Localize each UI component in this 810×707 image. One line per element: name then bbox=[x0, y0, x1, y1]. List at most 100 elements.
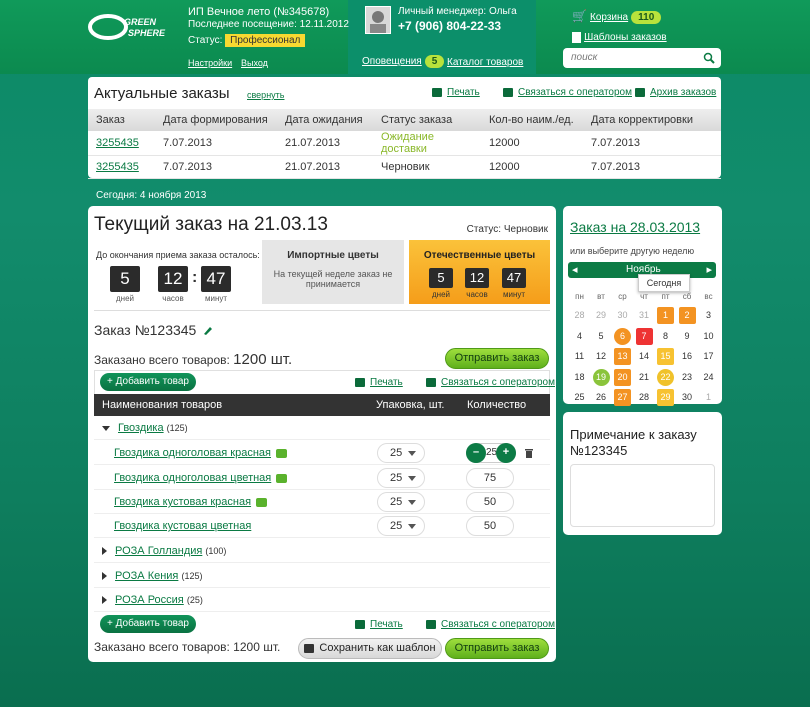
calendar-day[interactable]: 17 bbox=[700, 348, 717, 365]
col-header[interactable]: Дата формирования bbox=[155, 109, 277, 131]
camera-icon[interactable] bbox=[256, 497, 268, 507]
orders-contact[interactable]: Связаться с оператором bbox=[503, 87, 632, 98]
calendar-day[interactable]: 23 bbox=[679, 369, 696, 386]
calendar-day[interactable]: 28 bbox=[571, 307, 588, 324]
contact-link[interactable]: Связаться с оператором bbox=[426, 377, 555, 388]
order-link[interactable]: 3255435 bbox=[96, 137, 139, 149]
settings-link[interactable]: Настройки bbox=[188, 58, 232, 68]
expand-down-icon[interactable] bbox=[102, 425, 110, 431]
search-input[interactable]: поиск bbox=[563, 48, 721, 68]
orders-archive[interactable]: Архив заказов bbox=[635, 87, 716, 98]
group-name[interactable]: РОЗА Кения bbox=[115, 570, 178, 582]
qty-input[interactable]: 75 bbox=[466, 468, 514, 488]
col-header[interactable]: Кол-во наим./ед. bbox=[481, 109, 583, 131]
print-link[interactable]: Печать bbox=[355, 377, 403, 388]
quantity-stepper[interactable]: – 25 + bbox=[466, 443, 516, 463]
orders-print[interactable]: Печать bbox=[432, 87, 480, 98]
camera-icon[interactable] bbox=[276, 473, 288, 483]
calendar-day[interactable]: 1 bbox=[700, 389, 717, 406]
group-row[interactable]: Гвоздика (125) bbox=[94, 416, 550, 440]
calendar-day[interactable]: 19 bbox=[592, 368, 610, 386]
cart-label[interactable]: Корзина bbox=[590, 12, 628, 23]
calendar-title[interactable]: Заказ на 28.03.2013 bbox=[570, 219, 700, 235]
group-row[interactable]: РОЗА Кения (125) bbox=[94, 564, 550, 588]
calendar-day[interactable]: 26 bbox=[593, 389, 610, 406]
item-name[interactable]: Гвоздика одноголовая красная bbox=[114, 447, 271, 459]
calendar-day[interactable]: 24 bbox=[700, 369, 717, 386]
calendar-day[interactable]: 7 bbox=[633, 325, 655, 347]
calendar-day[interactable]: 16 bbox=[679, 348, 696, 365]
expand-right-icon[interactable] bbox=[102, 596, 107, 605]
calendar-day[interactable]: 3 bbox=[700, 307, 717, 324]
domestic-flowers-box[interactable]: Отечественные цветы 5 12 47 дней часов м… bbox=[409, 240, 550, 304]
pack-select[interactable]: 25 bbox=[377, 443, 425, 463]
item-name[interactable]: Гвоздика одноголовая цветная bbox=[114, 472, 271, 484]
calendar-day[interactable]: 25 bbox=[571, 389, 588, 406]
import-flowers-box[interactable]: Импортные цветы На текущей неделе заказ … bbox=[262, 240, 404, 304]
orders-print-label[interactable]: Печать bbox=[447, 87, 480, 98]
qty-input[interactable]: 50 bbox=[466, 492, 514, 512]
trash-icon[interactable] bbox=[524, 447, 534, 459]
group-row[interactable]: РОЗА Голландия (100) bbox=[94, 539, 550, 563]
notifications-link[interactable]: Оповещения 5 bbox=[362, 55, 445, 68]
camera-icon[interactable] bbox=[276, 448, 287, 458]
calendar-day[interactable]: 5 bbox=[593, 328, 610, 345]
calendar-day[interactable]: 21 bbox=[636, 369, 653, 386]
calendar-day[interactable]: 31 bbox=[636, 307, 653, 324]
calendar-day[interactable]: 30 bbox=[679, 389, 696, 406]
group-name[interactable]: РОЗА Россия bbox=[115, 594, 184, 606]
pack-select[interactable]: 25 bbox=[377, 468, 425, 488]
minus-button[interactable]: – bbox=[466, 443, 486, 463]
calendar-day[interactable]: 1 bbox=[657, 307, 674, 324]
contact-label[interactable]: Связаться с оператором bbox=[441, 619, 555, 630]
pack-select[interactable]: 25 bbox=[377, 492, 425, 512]
col-header[interactable]: Заказ bbox=[88, 109, 155, 131]
plus-button[interactable]: + bbox=[496, 443, 516, 463]
search-icon[interactable] bbox=[703, 52, 715, 64]
qty-input[interactable]: 50 bbox=[466, 516, 514, 536]
prev-month-icon[interactable]: ◂ bbox=[572, 263, 578, 276]
group-row[interactable]: РОЗА Россия (25) bbox=[94, 588, 550, 612]
expand-right-icon[interactable] bbox=[102, 572, 107, 581]
table-row[interactable]: 3255435 7.07.2013 21.07.2013 Черновик 12… bbox=[88, 155, 721, 179]
list-item[interactable]: Гвоздика кустовая цветная 25 50 bbox=[94, 514, 550, 538]
print-link-bottom[interactable]: Печать bbox=[355, 619, 403, 630]
print-label[interactable]: Печать bbox=[370, 619, 403, 630]
col-header[interactable]: Статус заказа bbox=[373, 109, 481, 131]
templates-label[interactable]: Шаблоны заказов bbox=[584, 32, 667, 43]
list-item[interactable]: Гвоздика кустовая красная 25 50 bbox=[94, 490, 550, 514]
item-name[interactable]: Гвоздика кустовая красная bbox=[114, 496, 251, 508]
contact-link-bottom[interactable]: Связаться с оператором bbox=[426, 619, 555, 630]
logout-link[interactable]: Выход bbox=[241, 58, 268, 68]
group-name[interactable]: Гвоздика bbox=[118, 422, 164, 434]
calendar-day[interactable]: 2 bbox=[678, 307, 696, 324]
edit-pencil-icon[interactable] bbox=[202, 324, 214, 336]
group-name[interactable]: РОЗА Голландия bbox=[115, 545, 202, 557]
item-name[interactable]: Гвоздика кустовая цветная bbox=[114, 520, 251, 532]
calendar-day[interactable]: 8 bbox=[657, 328, 674, 345]
col-header[interactable]: Дата корректировки bbox=[583, 109, 721, 131]
calendar-day[interactable]: 18 bbox=[571, 369, 588, 386]
orders-contact-label[interactable]: Связаться с оператором bbox=[518, 87, 632, 98]
send-order-button[interactable]: Отправить заказ bbox=[445, 348, 549, 369]
calendar-day[interactable]: 22 bbox=[657, 368, 674, 386]
calendar-day[interactable]: 30 bbox=[614, 307, 631, 324]
pack-select[interactable]: 25 bbox=[377, 516, 425, 536]
expand-right-icon[interactable] bbox=[102, 547, 107, 556]
calendar-day[interactable]: 4 bbox=[571, 328, 588, 345]
contact-label[interactable]: Связаться с оператором bbox=[441, 377, 555, 388]
list-item[interactable]: Гвоздика одноголовая цветная 25 75 bbox=[94, 466, 550, 490]
calendar-day[interactable]: 13 bbox=[614, 348, 631, 365]
print-label[interactable]: Печать bbox=[370, 377, 403, 388]
order-link[interactable]: 3255435 bbox=[96, 161, 139, 173]
col-header[interactable]: Дата ожидания bbox=[277, 109, 373, 131]
calendar-day[interactable]: 11 bbox=[571, 348, 588, 365]
note-textarea[interactable] bbox=[570, 464, 715, 527]
calendar-day[interactable]: 9 bbox=[679, 328, 696, 345]
orders-archive-label[interactable]: Архив заказов bbox=[650, 87, 716, 98]
calendar-day[interactable]: 29 bbox=[657, 389, 674, 406]
list-item[interactable]: Гвоздика одноголовая красная 25 – 25 + bbox=[94, 441, 550, 465]
calendar-day[interactable]: 29 bbox=[593, 307, 610, 324]
notifications-label[interactable]: Оповещения bbox=[362, 56, 422, 67]
send-order-button-bottom[interactable]: Отправить заказ bbox=[445, 638, 549, 659]
